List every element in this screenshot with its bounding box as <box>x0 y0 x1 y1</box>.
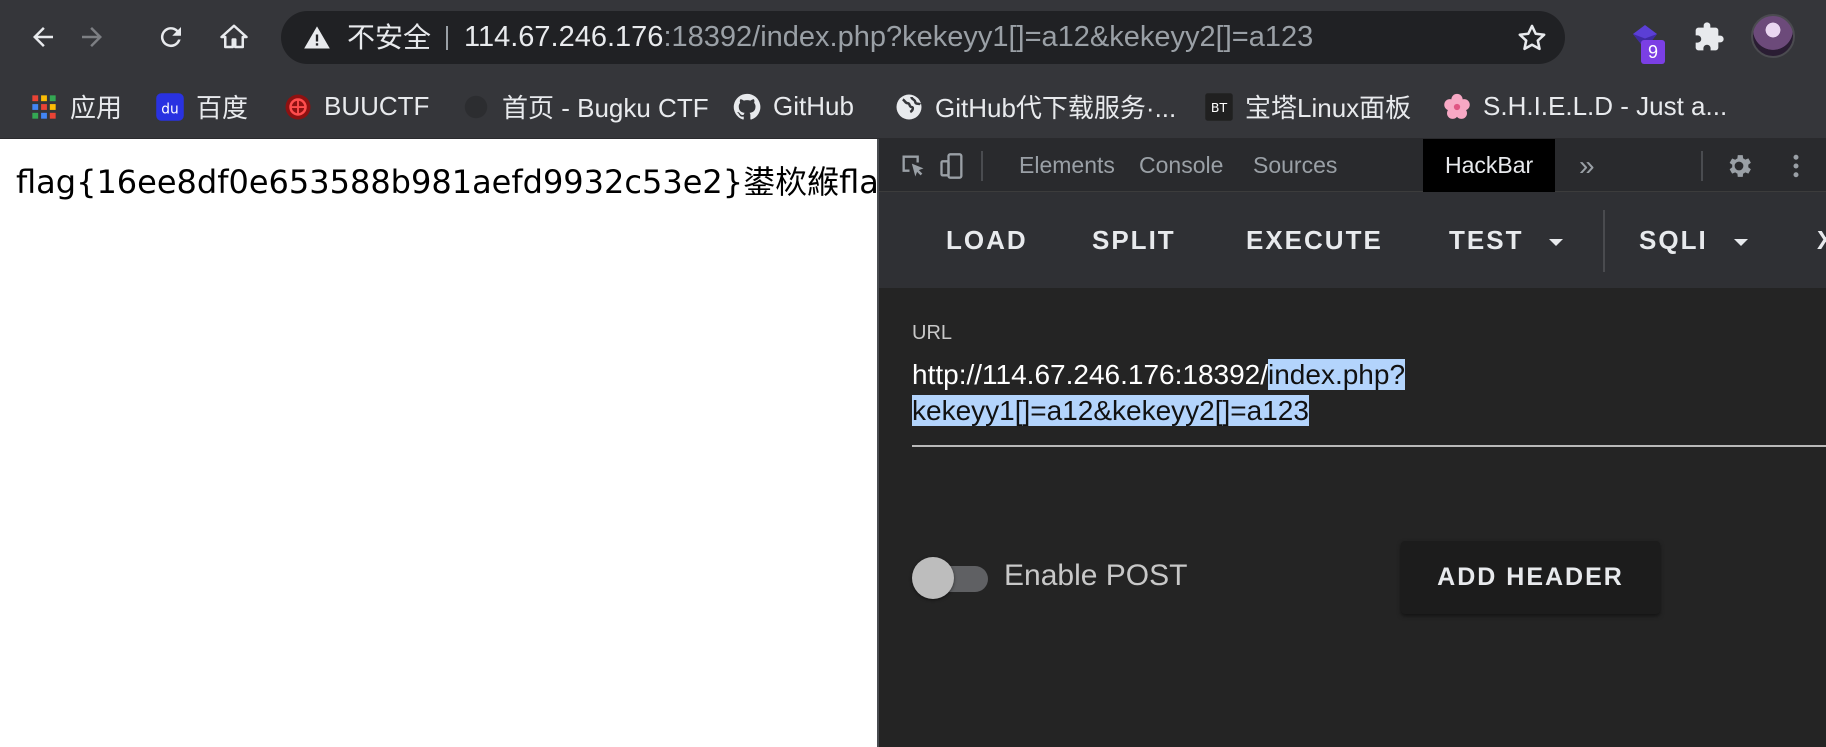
more-tabs-button[interactable]: » <box>1557 139 1617 192</box>
buuctf-icon <box>282 91 314 123</box>
bookmark-baidu[interactable]: du 百度 <box>154 74 248 139</box>
tab-sources[interactable]: Sources <box>1231 139 1359 192</box>
bookmark-label: 首页 - Bugku CTF <box>502 93 709 123</box>
url-text[interactable]: 114.67.246.176:18392/index.php?kekeyy1[]… <box>464 11 1313 64</box>
bookmark-label: GitHub <box>773 91 854 121</box>
enable-post-toggle[interactable] <box>912 557 990 599</box>
bookmark-label: 应用 <box>70 93 123 123</box>
url-field-label: URL <box>912 322 953 344</box>
hackbar-menu: LOAD SPLIT EXECUTE TEST SQLI X <box>879 192 1826 288</box>
gear-icon <box>1729 155 1751 177</box>
hackbar-test-label: TEST <box>1449 225 1524 255</box>
hackbar-url-input[interactable]: http://114.67.246.176:18392/index.php? k… <box>912 357 1826 429</box>
bookmark-github-download[interactable]: GitHub代下载服务·... <box>893 74 1176 139</box>
caret-down-icon <box>1549 238 1564 246</box>
inspect-element-button[interactable] <box>896 149 930 183</box>
hackbar-test-dropdown[interactable]: TEST <box>1449 192 1564 288</box>
bookmark-star-icon[interactable] <box>1515 21 1549 55</box>
tab-divider <box>1701 151 1703 181</box>
extensions-menu-button[interactable] <box>1684 12 1734 62</box>
tab-console[interactable]: Console <box>1117 139 1245 192</box>
url-input-underline <box>912 445 1826 447</box>
github-icon <box>731 91 763 123</box>
device-toolbar-button[interactable] <box>935 149 969 183</box>
url-path: :18392/index.php?kekeyy1[]=a12&kekeyy2[]… <box>663 21 1314 53</box>
page-viewport: flag{16ee8df0e653588b981aefd9932c53e2}鍙栨… <box>0 139 899 747</box>
browser-toolbar: 不安全 114.67.246.176:18392/index.php?kekey… <box>0 0 1826 74</box>
bugku-icon <box>460 91 492 123</box>
arrow-right-icon <box>82 27 102 47</box>
bt-icon: BT <box>1203 91 1235 123</box>
bookmark-buuctf[interactable]: BUUCTF <box>282 74 429 139</box>
kebab-menu-icon <box>1793 154 1799 178</box>
url-line-2: kekeyy1[]=a12&kekeyy2[]=a123 <box>912 393 1826 429</box>
url-unselected-part: http://114.67.246.176:18392/ <box>912 359 1269 390</box>
bookmark-apps[interactable]: 应用 <box>28 74 122 139</box>
bookmarks-bar: 应用 du 百度 BUUCTF 首页 - Bugku CTF GitHub Gi… <box>0 74 1826 139</box>
svg-text:du: du <box>161 101 178 117</box>
url-host: 114.67.246.176 <box>464 21 664 53</box>
tab-elements[interactable]: Elements <box>997 139 1137 192</box>
tab-hackbar[interactable]: HackBar <box>1423 139 1556 192</box>
devtools-panel: Elements Console Sources HackBar » LOAD … <box>877 139 1826 747</box>
hackbar-load-button[interactable]: LOAD <box>946 192 1028 288</box>
bookmark-shield[interactable]: S.H.I.E.L.D - Just a... <box>1441 74 1727 139</box>
apps-grid-icon <box>28 91 60 123</box>
menu-divider <box>1603 210 1605 272</box>
devtools-menu-button[interactable] <box>1779 149 1813 183</box>
hackbar-execute-button[interactable]: EXECUTE <box>1246 192 1383 288</box>
profile-avatar[interactable] <box>1751 14 1795 58</box>
arrow-left-icon <box>33 27 53 47</box>
reload-button[interactable] <box>148 14 194 60</box>
tab-divider <box>981 151 983 181</box>
back-button[interactable] <box>20 14 66 60</box>
hackbar-xss-dropdown[interactable]: X <box>1817 192 1826 288</box>
bookmark-label: 百度 <box>196 93 249 123</box>
toggle-knob <box>912 557 954 599</box>
flower-icon <box>1441 91 1473 123</box>
hackbar-sqli-label: SQLI <box>1639 225 1708 255</box>
bt-icon-text: BT <box>1211 100 1228 115</box>
hackbar-split-button[interactable]: SPLIT <box>1092 192 1176 288</box>
extension-badge: 9 <box>1641 40 1665 64</box>
address-bar[interactable]: 不安全 114.67.246.176:18392/index.php?kekey… <box>281 11 1565 64</box>
warning-icon[interactable] <box>303 24 331 52</box>
caret-down-icon <box>1733 238 1748 246</box>
devtools-tab-bar: Elements Console Sources HackBar » <box>879 139 1826 192</box>
forward-button[interactable] <box>69 14 115 60</box>
page-output-text: flag{16ee8df0e653588b981aefd9932c53e2}鍙栨… <box>16 163 900 201</box>
devtools-settings-button[interactable] <box>1722 149 1756 183</box>
bookmark-label: BUUCTF <box>324 91 430 121</box>
omnibox-divider <box>446 26 448 50</box>
bookmark-bt-panel[interactable]: BT 宝塔Linux面板 <box>1203 74 1411 139</box>
reload-icon <box>160 27 181 48</box>
url-selected-part-2: kekeyy1[]=a12&kekeyy2[]=a123 <box>912 395 1309 426</box>
bookmark-label: GitHub代下载服务·... <box>935 93 1177 123</box>
add-header-button[interactable]: ADD HEADER <box>1401 541 1660 614</box>
globe-icon <box>893 91 925 123</box>
bookmark-github[interactable]: GitHub <box>731 74 854 139</box>
security-label[interactable]: 不安全 <box>347 11 431 64</box>
home-icon <box>220 24 248 49</box>
url-line-1: http://114.67.246.176:18392/index.php? <box>912 357 1826 393</box>
bookmark-label: 宝塔Linux面板 <box>1245 93 1412 123</box>
url-selected-part-1: index.php? <box>1268 359 1406 390</box>
home-button[interactable] <box>211 14 257 60</box>
baidu-icon: du <box>154 91 186 123</box>
bookmark-bugku[interactable]: 首页 - Bugku CTF <box>460 74 709 139</box>
bookmark-label: S.H.I.E.L.D - Just a... <box>1483 91 1728 121</box>
puzzle-icon <box>1695 22 1724 51</box>
device-mode-icon <box>940 153 963 179</box>
inspect-cursor-icon <box>902 155 924 177</box>
enable-post-label: Enable POST <box>1004 559 1188 592</box>
hackbar-sqli-dropdown[interactable]: SQLI <box>1639 192 1748 288</box>
